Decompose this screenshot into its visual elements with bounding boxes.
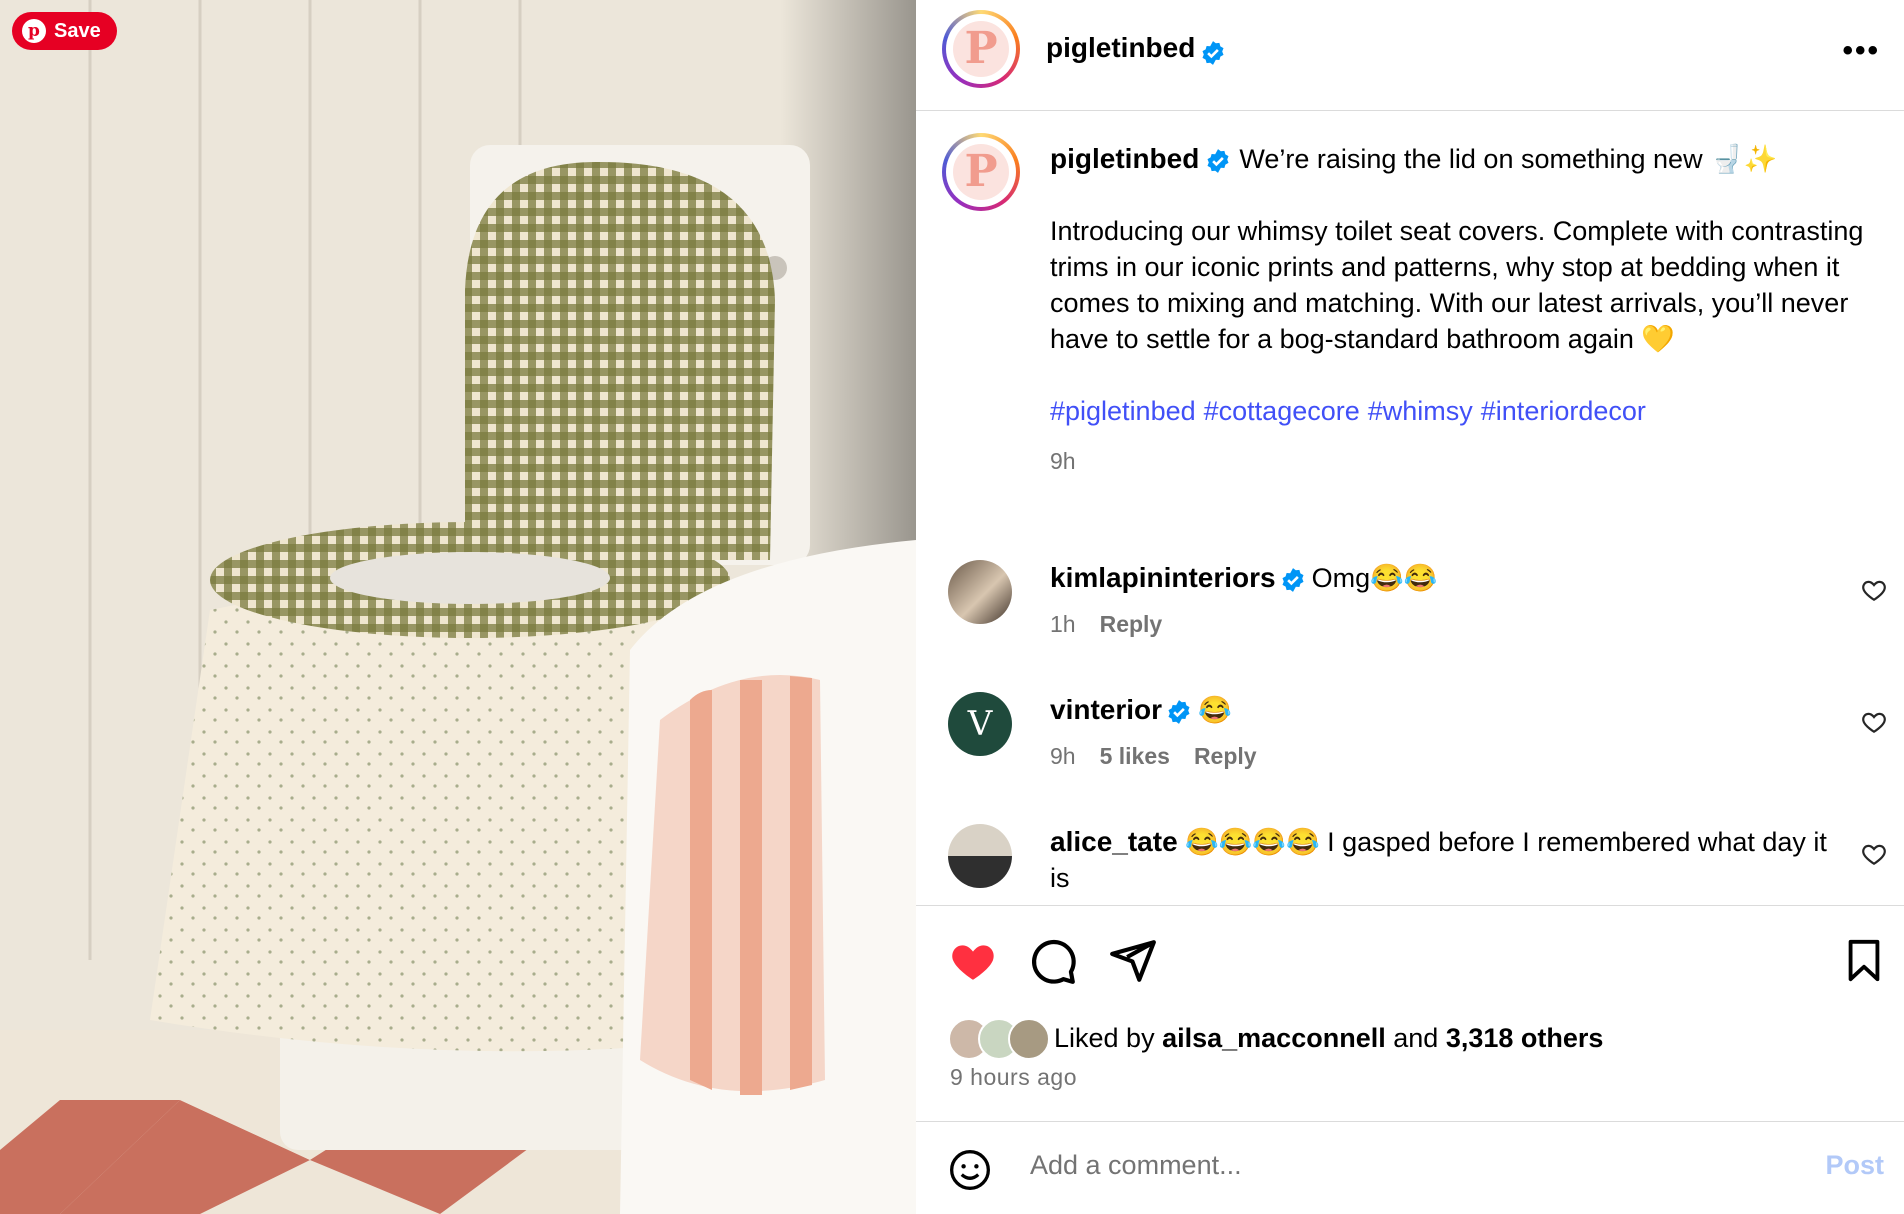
comment-username[interactable]: kimlapininteriors — [1050, 562, 1276, 593]
comment-item: kimlapininteriors Omg😂😂 1h Reply — [1050, 560, 1830, 642]
comment-username[interactable]: alice_tate — [1050, 826, 1178, 857]
verified-badge-icon — [1168, 699, 1190, 724]
hashtag-link[interactable]: #pigletinbed — [1050, 396, 1196, 426]
caption-username[interactable]: pigletinbed — [1050, 143, 1199, 174]
likes-summary: Liked by ailsa_macconnell and 3,318 othe… — [948, 1018, 1604, 1060]
caption-time: 9h — [1050, 448, 1076, 474]
comment-like-heart-icon[interactable] — [1861, 709, 1887, 735]
others-count-link[interactable]: 3,318 others — [1446, 1023, 1604, 1054]
save-label: Save — [54, 19, 101, 42]
commenter-avatar[interactable]: V — [948, 692, 1012, 756]
bookmark-icon[interactable] — [1841, 936, 1887, 986]
liker-username[interactable]: ailsa_macconnell — [1162, 1023, 1386, 1054]
post-comment-button[interactable]: Post — [1825, 1150, 1884, 1181]
caption: pigletinbed We’re raising the lid on some… — [1050, 141, 1870, 479]
post-photo[interactable]: p Save — [0, 0, 916, 1214]
header-username[interactable]: pigletinbed — [1046, 32, 1195, 63]
emoji-smile-icon[interactable] — [948, 1148, 992, 1192]
reply-button[interactable]: Reply — [1194, 738, 1257, 774]
add-comment-bar: Add a comment... Post — [916, 1120, 1904, 1214]
comment-item: vinterior 😂 9h 5 likes Reply — [1050, 692, 1830, 774]
profile-avatar[interactable]: P — [942, 10, 1020, 88]
comment-text: 😂 — [1198, 695, 1232, 725]
caption-brand-logo: P — [953, 144, 1009, 200]
post-actions: Liked by ailsa_macconnell and 3,318 othe… — [916, 905, 1904, 1122]
comment-item: alice_tate 😂😂😂😂 I gasped before I rememb… — [1050, 824, 1830, 896]
hashtag-link[interactable]: #whimsy — [1368, 396, 1473, 426]
comment-input[interactable]: Add a comment... — [1030, 1150, 1242, 1181]
liker-avatar[interactable] — [1008, 1018, 1050, 1060]
liker-avatars — [948, 1018, 1050, 1060]
verified-badge-icon — [1202, 40, 1224, 65]
comments-scroll-area[interactable]: P pigletinbed We’re raising the lid on so… — [916, 111, 1904, 905]
pinterest-logo-icon: p — [22, 19, 46, 43]
post-timestamp: 9 hours ago — [950, 1064, 1077, 1090]
brand-logo: P — [953, 21, 1009, 77]
caption-body: Introducing our whimsy toilet seat cover… — [1050, 216, 1864, 354]
caption-hashtags: #pigletinbed #cottagecore #whimsy #interior… — [1050, 393, 1870, 429]
caption-headline: We’re raising the lid on something new 🚽… — [1239, 144, 1778, 174]
more-options-icon[interactable]: ••• — [1842, 34, 1880, 68]
commenter-avatar[interactable] — [948, 824, 1012, 888]
liked-by-and: and — [1393, 1022, 1439, 1053]
verified-badge-icon — [1282, 567, 1304, 592]
verified-badge-icon — [1207, 148, 1229, 173]
commenter-avatar[interactable] — [948, 560, 1012, 624]
liked-by-prefix: Liked by — [1054, 1022, 1155, 1053]
post-side-panel: P pigletinbed ••• P pigletinbed We’re rai… — [916, 0, 1904, 1214]
comment-username[interactable]: vinterior — [1050, 694, 1162, 725]
header-user: pigletinbed — [1046, 32, 1226, 66]
like-heart-icon[interactable] — [948, 936, 998, 986]
post-header: P pigletinbed ••• — [916, 0, 1904, 111]
caption-avatar[interactable]: P — [942, 133, 1020, 211]
hashtag-link[interactable]: #cottagecore — [1204, 396, 1360, 426]
comment-bubble-icon[interactable] — [1028, 936, 1078, 986]
comment-likes-count[interactable]: 5 likes — [1100, 738, 1170, 774]
comment-text: Omg😂😂 — [1311, 563, 1438, 593]
comment-time: 9h — [1050, 743, 1076, 769]
comment-like-heart-icon[interactable] — [1861, 841, 1887, 867]
hashtag-link[interactable]: #interiordecor — [1481, 396, 1646, 426]
pinterest-save-button[interactable]: p Save — [12, 12, 117, 50]
share-send-icon[interactable] — [1108, 936, 1158, 986]
comment-like-heart-icon[interactable] — [1861, 577, 1887, 603]
bathroom-photo-illustration — [0, 0, 916, 1214]
reply-button[interactable]: Reply — [1100, 606, 1163, 642]
comment-time: 1h — [1050, 611, 1076, 637]
